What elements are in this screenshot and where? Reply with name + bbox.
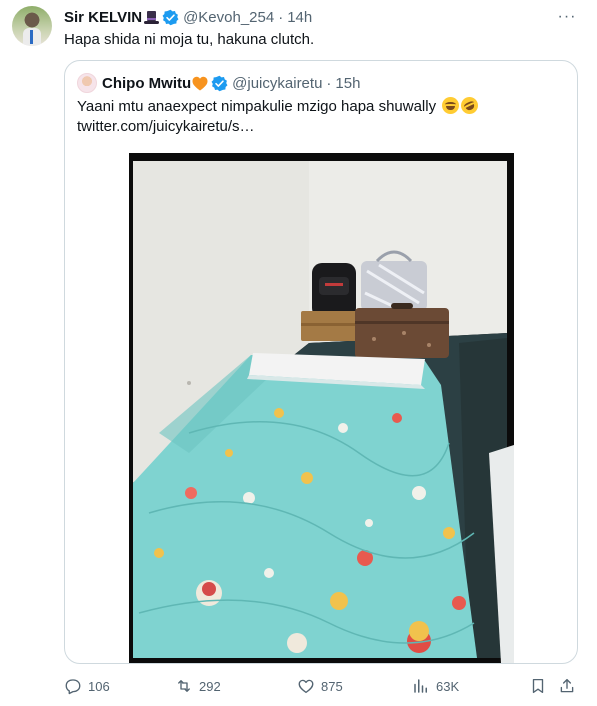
tweet-actions: 106 292 875 63K [64,674,584,698]
author-avatar[interactable] [12,6,52,46]
views-chart-icon [414,679,427,693]
tears-of-joy-emoji-icon [442,97,460,114]
retweet-button[interactable]: 292 [175,674,221,698]
author-handle[interactable]: @Kevoh_254 [183,9,274,26]
like-button[interactable]: 875 [297,674,343,698]
reply-button[interactable]: 106 [64,674,110,698]
top-hat-emoji-icon [144,11,160,24]
quoted-author-handle[interactable]: @juicykairetu [232,75,322,92]
tweet-text: Hapa shida ni moja tu, hakuna clutch. [64,31,315,48]
rolling-laughing-emoji-icon [458,94,482,117]
header-separator: · [278,8,284,26]
quoted-tweet-text: Yaani mtu anaexpect nimpakulie mzigo hap… [77,94,557,137]
quoted-tweet-photo[interactable] [129,153,514,663]
views-count: 63K [436,678,460,694]
quoted-author-avatar[interactable] [77,73,97,93]
like-count: 875 [321,678,343,694]
more-options-icon[interactable]: ··· [557,7,577,27]
reply-count: 106 [88,678,110,694]
room-photo-illustration [129,153,514,663]
author-name[interactable]: Sir KELVIN [64,9,142,26]
heart-icon [298,679,314,694]
tweet-header: Sir KELVIN @Kevoh_254 · 14h ··· [64,7,585,27]
bookmark-button[interactable] [529,674,553,698]
views-button[interactable]: 63K [412,674,459,698]
orange-heart-emoji-icon [192,76,208,90]
quoted-tweet-body: Yaani mtu anaexpect nimpakulie mzigo hap… [77,98,437,115]
quoted-tweet[interactable]: Chipo Mwitu @juicykairetu · 15h Yaani mt… [64,60,578,664]
reply-icon [65,679,81,695]
bookmark-icon [532,678,544,694]
quoted-author-name[interactable]: Chipo Mwitu [102,75,191,92]
tweet-timestamp[interactable]: 14h [287,9,312,26]
quoted-tweet-header: Chipo Mwitu @juicykairetu · 15h [77,73,360,93]
avatar-lanyard [30,30,33,44]
retweet-count: 292 [199,678,221,694]
share-button[interactable] [558,674,582,698]
retweet-icon [178,680,190,692]
quoted-timestamp[interactable]: 15h [335,75,360,92]
quoted-verified-badge-icon [211,75,228,91]
share-icon [560,678,574,693]
quoted-header-separator: · [326,74,332,92]
verified-badge-icon [162,9,179,25]
tweet[interactable]: Sir KELVIN @Kevoh_254 · 14h ··· Hapa shi… [0,0,597,706]
quoted-tweet-link[interactable]: twitter.com/juicykairetu/s… [77,118,255,135]
